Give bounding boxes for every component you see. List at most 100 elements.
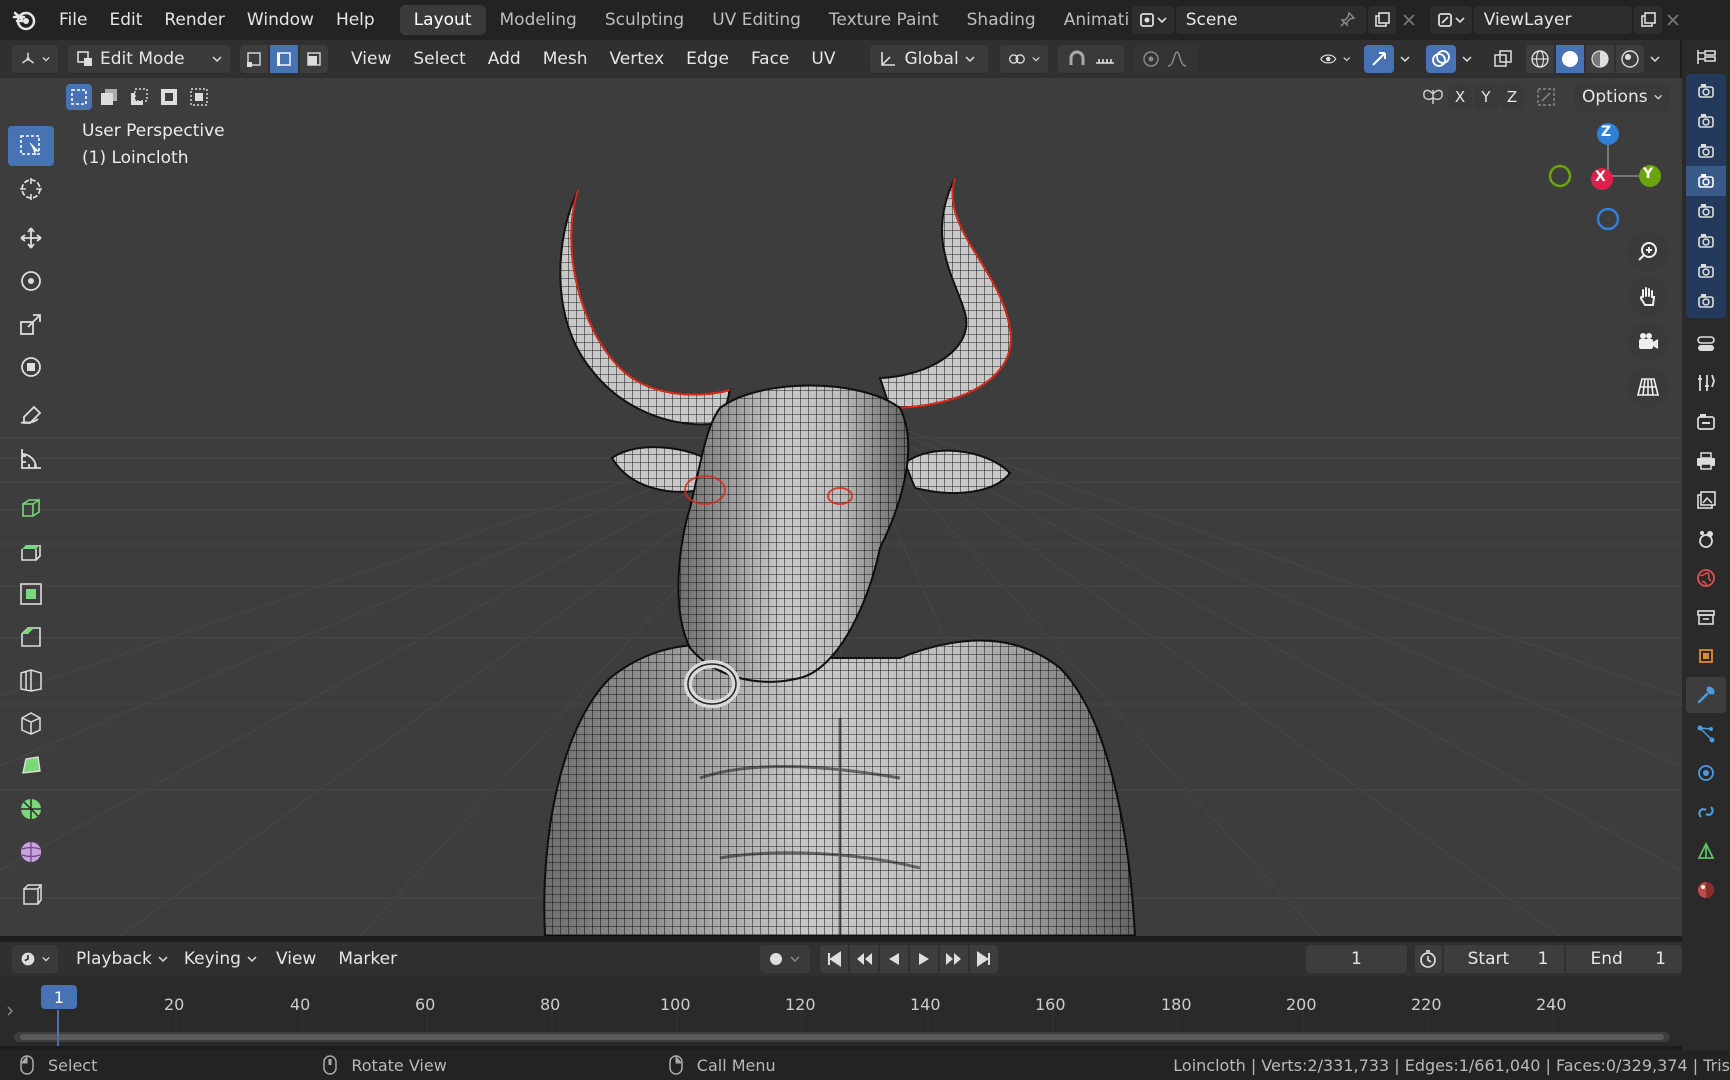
prev-keyframe-button[interactable] bbox=[849, 945, 878, 973]
tab-tool[interactable] bbox=[1686, 365, 1726, 401]
timeline-editor-type[interactable] bbox=[12, 945, 58, 973]
remove-view-layer-icon[interactable] bbox=[1662, 6, 1684, 34]
mirror-x-toggle[interactable]: X bbox=[1448, 84, 1472, 110]
tab-view-layer[interactable] bbox=[1686, 482, 1726, 518]
camera-row-icon-selected[interactable] bbox=[1686, 166, 1726, 196]
tab-render[interactable] bbox=[1686, 404, 1726, 440]
camera-row-icon[interactable] bbox=[1686, 226, 1726, 256]
menu-add[interactable]: Add bbox=[477, 49, 532, 69]
tool-spin[interactable] bbox=[8, 789, 54, 829]
autokey-toggle[interactable] bbox=[760, 945, 810, 973]
timeline-marker-menu[interactable]: Marker bbox=[327, 949, 408, 969]
tool-knife[interactable] bbox=[8, 703, 54, 743]
tab-shading[interactable]: Shading bbox=[953, 5, 1050, 35]
playback-menu[interactable]: Playback bbox=[68, 945, 176, 973]
tool-poly-build[interactable] bbox=[8, 746, 54, 786]
scene-type-icon[interactable] bbox=[1131, 6, 1174, 34]
gizmo-toggle[interactable] bbox=[1364, 45, 1394, 73]
menu-vertex[interactable]: Vertex bbox=[598, 49, 675, 69]
camera-row-icon[interactable] bbox=[1686, 196, 1726, 226]
editor-type-button[interactable] bbox=[12, 45, 58, 73]
tool-transform[interactable] bbox=[8, 347, 54, 387]
tool-smooth[interactable] bbox=[8, 832, 54, 872]
tool-cursor[interactable] bbox=[8, 169, 54, 209]
select-subtract-button[interactable] bbox=[126, 84, 152, 110]
menu-help[interactable]: Help bbox=[325, 0, 386, 40]
tool-loop-cut[interactable] bbox=[8, 660, 54, 700]
preview-range-toggle[interactable] bbox=[1415, 945, 1442, 973]
outliner-editor-type[interactable] bbox=[1686, 40, 1726, 74]
tool-shear[interactable] bbox=[8, 875, 54, 915]
vertex-select-button[interactable] bbox=[240, 45, 268, 73]
tool-rotate[interactable] bbox=[8, 261, 54, 301]
new-view-layer-icon[interactable] bbox=[1633, 6, 1662, 34]
select-extend-button[interactable] bbox=[96, 84, 122, 110]
tab-modeling[interactable]: Modeling bbox=[486, 5, 591, 35]
tool-move[interactable] bbox=[8, 218, 54, 258]
menu-edge[interactable]: Edge bbox=[675, 49, 740, 69]
camera-row-icon[interactable] bbox=[1686, 136, 1726, 166]
tab-constraints[interactable] bbox=[1686, 794, 1726, 830]
tab-sculpting[interactable]: Sculpting bbox=[591, 5, 698, 35]
jump-start-button[interactable] bbox=[819, 945, 848, 973]
select-invert-button[interactable] bbox=[156, 84, 182, 110]
camera-row-icon[interactable] bbox=[1686, 256, 1726, 286]
camera-row-icon[interactable] bbox=[1686, 106, 1726, 136]
zoom-button[interactable] bbox=[1628, 232, 1668, 272]
jump-end-button[interactable] bbox=[969, 945, 998, 973]
tool-measure[interactable] bbox=[8, 439, 54, 479]
xray-toggle[interactable] bbox=[1488, 45, 1518, 73]
rendered-shading-button[interactable] bbox=[1616, 45, 1644, 73]
solid-shading-button[interactable] bbox=[1556, 45, 1584, 73]
timeline-view-menu[interactable]: View bbox=[265, 949, 327, 969]
playhead[interactable]: 1 bbox=[41, 985, 77, 1009]
topology-mirror-icon[interactable] bbox=[1532, 84, 1562, 110]
chevron-down-icon[interactable] bbox=[1458, 55, 1476, 63]
tool-add-cube[interactable] bbox=[8, 488, 54, 528]
gizmo-neg-z[interactable] bbox=[1596, 207, 1620, 231]
pin-icon[interactable] bbox=[1338, 11, 1356, 29]
3d-viewport[interactable]: User Perspective (1) Loincloth Z Y X bbox=[0, 78, 1682, 936]
perspective-toggle-button[interactable] bbox=[1628, 367, 1668, 407]
face-select-button[interactable] bbox=[300, 45, 328, 73]
menu-view[interactable]: View bbox=[340, 49, 402, 69]
menu-face[interactable]: Face bbox=[740, 49, 800, 69]
snap-toggle[interactable] bbox=[1058, 45, 1125, 73]
tab-object[interactable] bbox=[1686, 638, 1726, 674]
wireframe-shading-button[interactable] bbox=[1526, 45, 1554, 73]
camera-view-button[interactable] bbox=[1628, 322, 1668, 362]
tab-scene[interactable] bbox=[1686, 521, 1726, 557]
play-button[interactable] bbox=[909, 945, 938, 973]
tab-output[interactable] bbox=[1686, 443, 1726, 479]
overlays-toggle[interactable] bbox=[1426, 45, 1456, 73]
camera-row-icon[interactable] bbox=[1686, 286, 1726, 316]
tool-annotate[interactable] bbox=[8, 396, 54, 436]
tab-world[interactable] bbox=[1686, 560, 1726, 596]
view-layer-icon[interactable] bbox=[1429, 6, 1472, 34]
mirror-z-toggle[interactable]: Z bbox=[1500, 84, 1524, 110]
tool-scale[interactable] bbox=[8, 304, 54, 344]
tool-inset[interactable] bbox=[8, 574, 54, 614]
material-shading-button[interactable] bbox=[1586, 45, 1614, 73]
start-frame-field[interactable]: Start 1 bbox=[1443, 945, 1565, 973]
new-scene-icon[interactable] bbox=[1367, 6, 1396, 34]
keying-menu[interactable]: Keying bbox=[176, 945, 265, 973]
camera-row-icon[interactable] bbox=[1686, 76, 1726, 106]
next-keyframe-button[interactable] bbox=[939, 945, 968, 973]
tool-extrude[interactable] bbox=[8, 531, 54, 571]
menu-uv[interactable]: UV bbox=[800, 49, 846, 69]
menu-file[interactable]: File bbox=[48, 0, 98, 40]
pivot-point-dropdown[interactable] bbox=[1000, 45, 1049, 73]
tab-collection[interactable] bbox=[1686, 599, 1726, 635]
view-layer-selector[interactable]: ViewLayer bbox=[1473, 6, 1632, 34]
tab-uv-editing[interactable]: UV Editing bbox=[698, 5, 815, 35]
play-reverse-button[interactable] bbox=[879, 945, 908, 973]
menu-window[interactable]: Window bbox=[236, 0, 325, 40]
mirror-y-toggle[interactable]: Y bbox=[1474, 84, 1498, 110]
remove-scene-icon[interactable] bbox=[1396, 6, 1422, 34]
tab-modifiers[interactable] bbox=[1686, 677, 1726, 713]
menu-render[interactable]: Render bbox=[153, 0, 236, 40]
menu-select[interactable]: Select bbox=[402, 49, 476, 69]
tab-physics[interactable] bbox=[1686, 755, 1726, 791]
chevron-down-icon[interactable] bbox=[1396, 55, 1414, 63]
